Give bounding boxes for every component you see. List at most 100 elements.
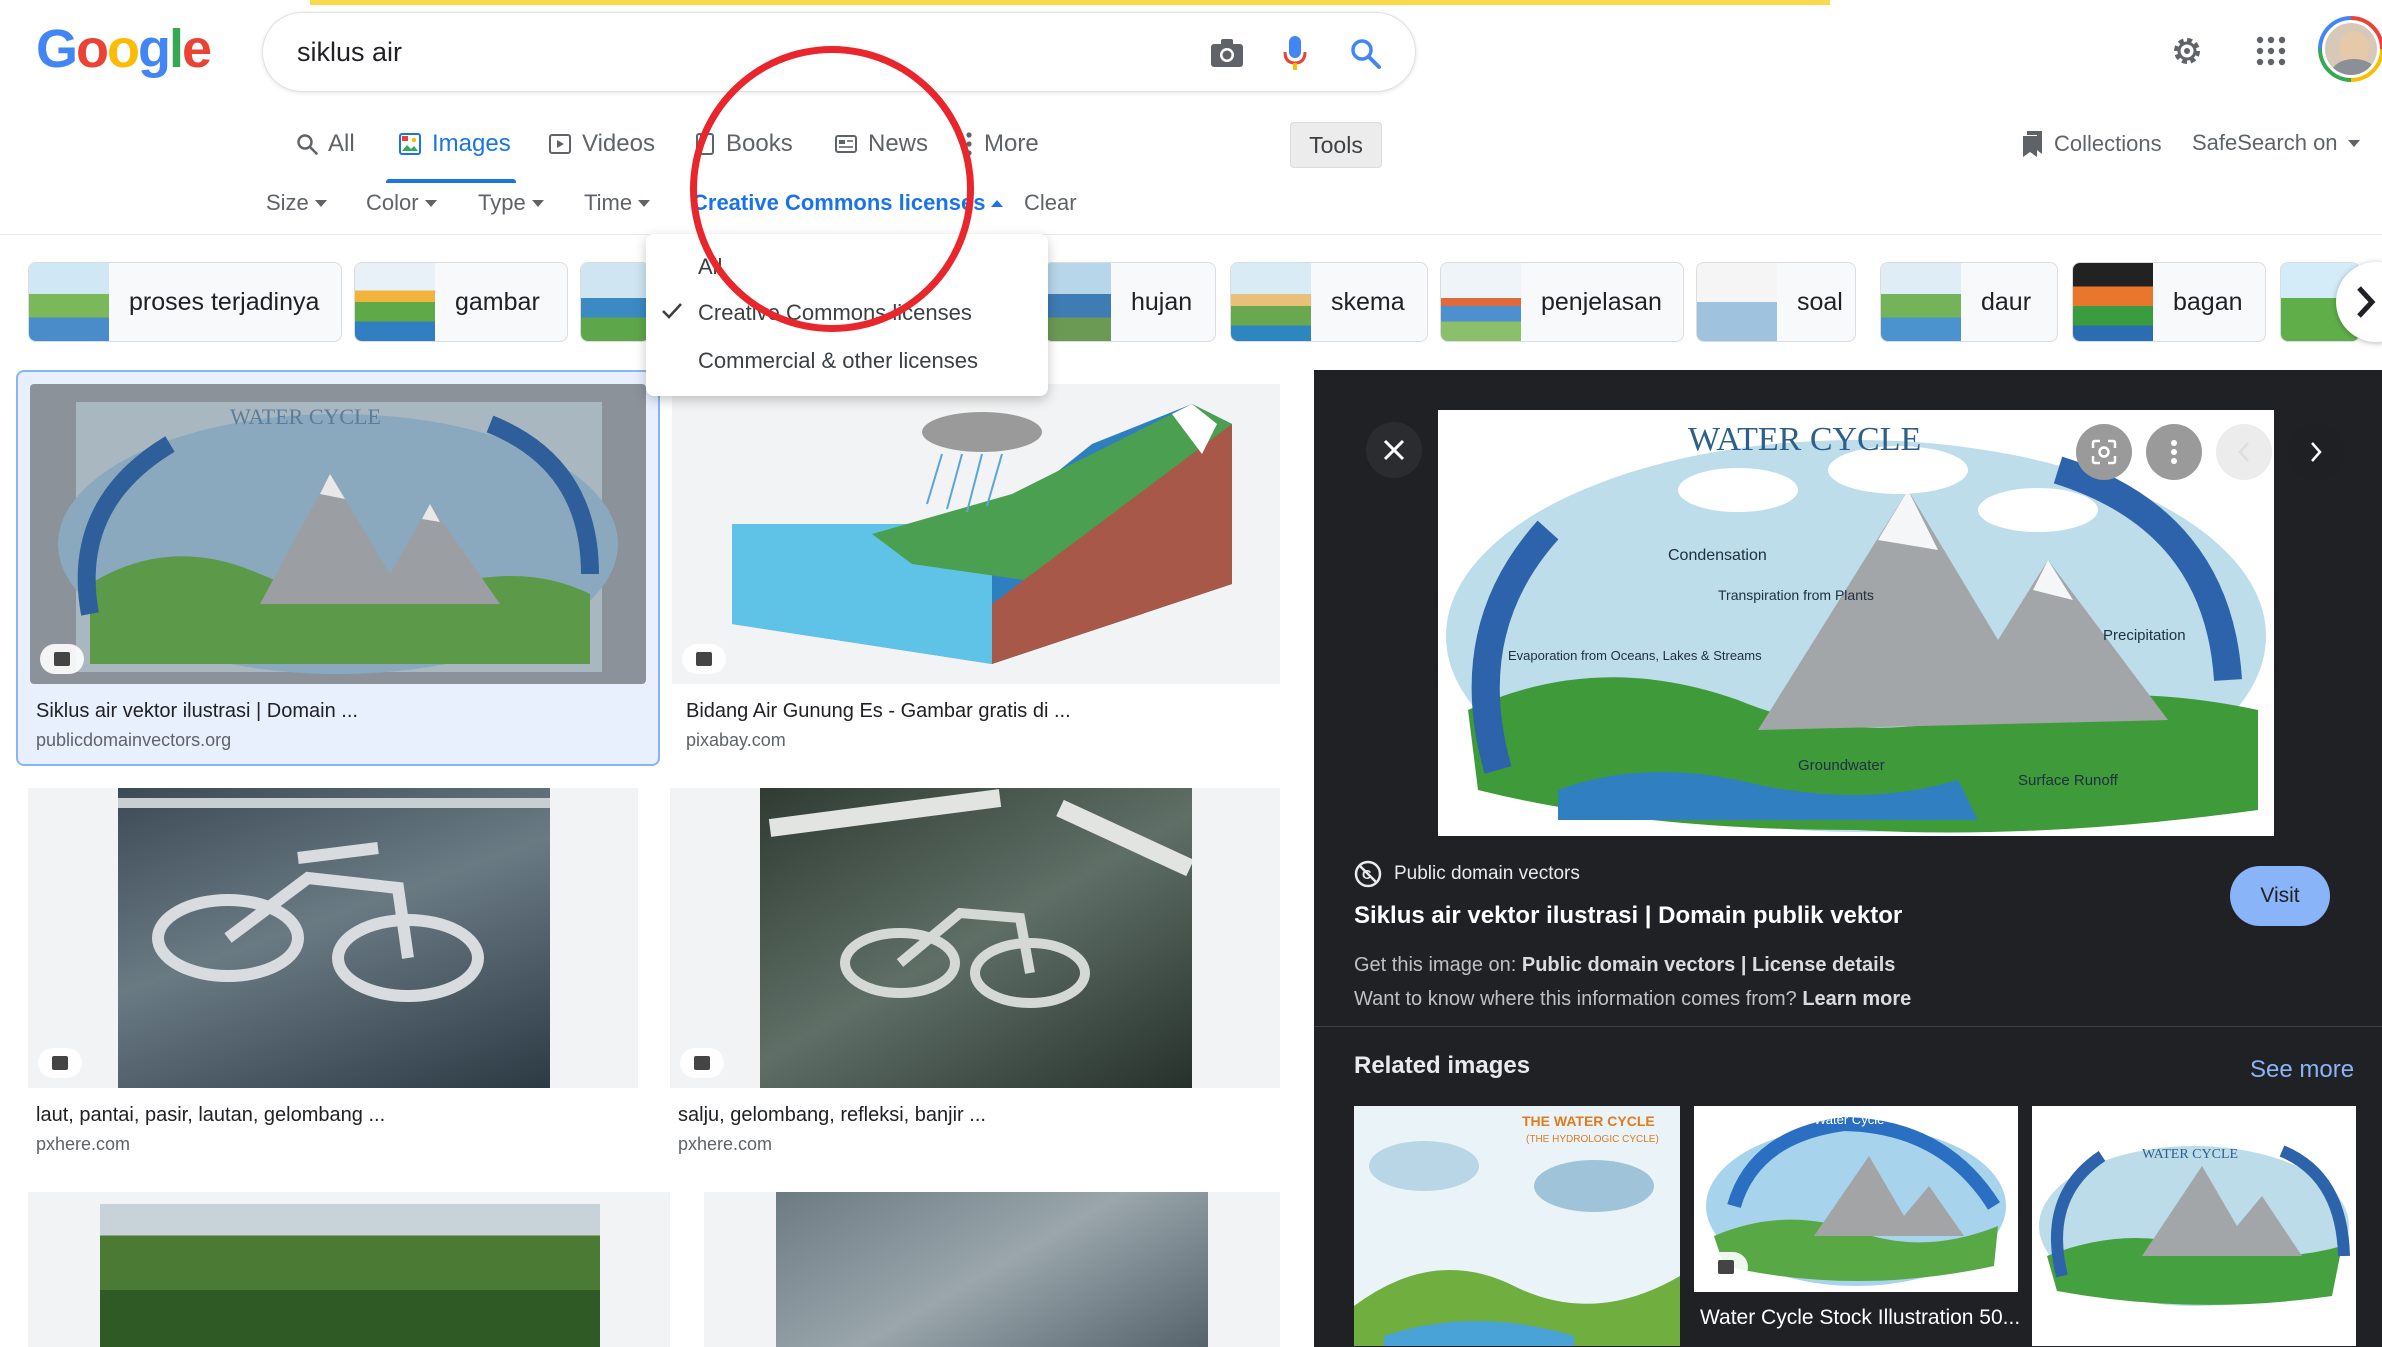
related-chip[interactable]: gambar [354, 262, 568, 342]
related-chip[interactable]: daur [1880, 262, 2058, 342]
search-icon[interactable] [1343, 31, 1387, 75]
settings-gear-icon[interactable] [2162, 26, 2212, 76]
related-heading: THE WATER CYCLE [1522, 1113, 1655, 1129]
result-source[interactable]: publicdomainvectors.org [36, 730, 231, 751]
result-image[interactable] [704, 1192, 1280, 1347]
collections-link[interactable]: Collections [2022, 130, 2162, 158]
panel-title[interactable]: Siklus air vektor ilustrasi | Domain pub… [1354, 902, 1902, 930]
image-icon [694, 1056, 710, 1070]
result-title[interactable]: salju, gelombang, refleksi, banjir ... [678, 1104, 986, 1127]
result-title[interactable]: Bidang Air Gunung Es - Gambar gratis di … [686, 700, 1071, 723]
chip-thumbnail [1881, 263, 1961, 341]
tab-images[interactable]: Images [398, 124, 511, 164]
image-badge [682, 644, 726, 674]
diagram-label-transpiration: Transpiration from Plants [1718, 587, 1874, 603]
public-domain-icon: C [1354, 860, 1382, 888]
active-tab-indicator [386, 179, 516, 183]
result-image[interactable] [670, 788, 1280, 1088]
mic-icon[interactable] [1273, 31, 1317, 75]
chevron-right-icon [2311, 442, 2322, 462]
filter-color[interactable]: Color [366, 190, 437, 216]
chip-label: bagan [2173, 287, 2243, 316]
related-chip[interactable]: bagan [2072, 262, 2266, 342]
apps-grid-icon[interactable] [2246, 26, 2296, 76]
result-image[interactable] [672, 384, 1280, 684]
filter-time[interactable]: Time [584, 190, 651, 216]
camera-icon[interactable] [1205, 31, 1249, 75]
chevron-down-icon [2347, 139, 2360, 147]
checkmark-icon [662, 303, 682, 319]
tools-button[interactable]: Tools [1290, 122, 1382, 168]
search-icon [297, 134, 318, 155]
result-source[interactable]: pxhere.com [678, 1134, 772, 1155]
chip-thumbnail [1231, 263, 1311, 341]
result-source[interactable]: pixabay.com [686, 730, 786, 751]
close-panel-button[interactable] [1366, 422, 1422, 478]
related-image-caption[interactable]: Water Cycle Stock Illustration 50... [1700, 1306, 2020, 1330]
tab-label: More [984, 130, 1039, 157]
more-vert-icon [2171, 440, 2177, 464]
filter-label: Time [584, 190, 633, 215]
get-source-link[interactable]: Public domain vectors [1522, 954, 1735, 976]
filter-clear[interactable]: Clear [1024, 190, 1077, 216]
panel-source[interactable]: C Public domain vectors [1354, 860, 1580, 888]
tab-more[interactable]: More [964, 124, 1039, 164]
search-input[interactable]: siklus air [297, 37, 402, 68]
learn-more-link[interactable]: Learn more [1802, 988, 1911, 1010]
safesearch-label: SafeSearch on [2192, 130, 2338, 155]
chip-thumbnail [29, 263, 109, 341]
chip-thumbnail [581, 263, 649, 341]
more-options-button[interactable] [2146, 424, 2202, 480]
next-image-button[interactable] [2288, 424, 2344, 480]
related-heading: WATER CYCLE [2142, 1147, 2238, 1162]
related-image[interactable]: WATER CYCLE [2032, 1106, 2356, 1346]
google-logo[interactable]: Google [36, 18, 212, 80]
related-image[interactable]: THE WATER CYCLE (THE HYDROLOGIC CYCLE) [1354, 1106, 1680, 1346]
play-icon [549, 134, 571, 154]
chip-label: penjelasan [1541, 287, 1662, 316]
image-badge [40, 644, 84, 674]
account-avatar[interactable] [2318, 16, 2382, 82]
related-chip[interactable]: skema [1230, 262, 1428, 342]
tab-videos[interactable]: Videos [548, 124, 655, 164]
related-image[interactable]: Water Cycle [1694, 1106, 2018, 1292]
tab-all[interactable]: All [296, 124, 355, 164]
panel-info-line: Want to know where this information come… [1354, 988, 1911, 1011]
license-details-link[interactable]: License details [1752, 954, 1895, 976]
chip-label: proses terjadinya [129, 287, 320, 316]
related-chip[interactable]: hujan [1044, 262, 1216, 342]
image-badge [1704, 1252, 1748, 1282]
license-option-commercial[interactable]: Commercial & other licenses [698, 348, 978, 374]
safesearch-menu[interactable]: SafeSearch on [2192, 130, 2360, 156]
result-title[interactable]: Siklus air vektor ilustrasi | Domain ... [36, 700, 358, 723]
chip-thumbnail [2073, 263, 2153, 341]
filter-size[interactable]: Size [266, 190, 327, 216]
related-heading: Water Cycle [1814, 1112, 1884, 1127]
related-chip[interactable]: penjelasan [1440, 262, 1684, 342]
filter-type[interactable]: Type [478, 190, 544, 216]
diagram-label-evaporation: Evaporation from Oceans, Lakes & Streams [1508, 648, 1762, 663]
preview-image[interactable]: WATER CYCLE Condensation Transpiration f… [1438, 410, 2274, 836]
previous-image-button[interactable] [2216, 424, 2272, 480]
panel-divider [1314, 1026, 2382, 1027]
chip-label: soal [1797, 287, 1843, 316]
result-image[interactable]: WATER CYCLE [30, 384, 646, 684]
see-more-link[interactable]: See more [2250, 1056, 2354, 1084]
result-source[interactable]: pxhere.com [36, 1134, 130, 1155]
visit-button[interactable]: Visit [2230, 866, 2330, 926]
google-lens-button[interactable] [2076, 424, 2132, 480]
loading-bar [310, 0, 1830, 5]
image-icon [54, 652, 70, 666]
chevron-left-icon [2238, 442, 2249, 462]
related-chip[interactable]: soal [1696, 262, 1856, 342]
diagram-title: WATER CYCLE [1688, 421, 1921, 458]
result-image[interactable] [28, 1192, 670, 1347]
related-chip[interactable] [580, 262, 650, 342]
result-title[interactable]: laut, pantai, pasir, lautan, gelombang .… [36, 1104, 385, 1127]
header-divider [0, 234, 2382, 235]
chevron-down-icon [314, 199, 327, 207]
result-image[interactable] [28, 788, 638, 1088]
filter-label: Type [478, 190, 526, 215]
related-chip[interactable]: proses terjadinya [28, 262, 342, 342]
image-badge [38, 1048, 82, 1078]
